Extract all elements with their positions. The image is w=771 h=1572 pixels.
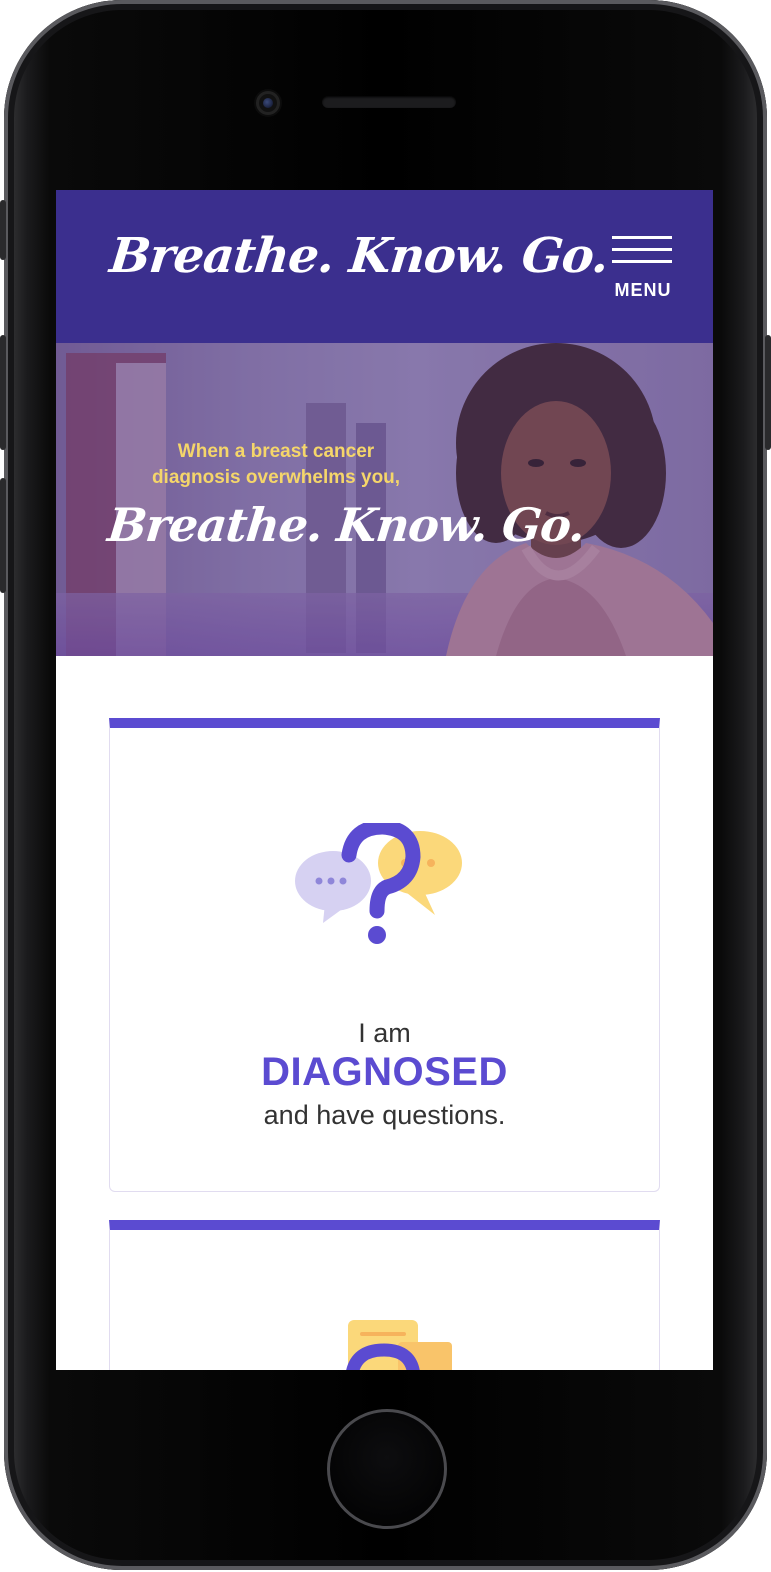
card-line-questions: and have questions. [263, 1100, 506, 1130]
hero-tagline-line1: When a breast cancer [177, 441, 375, 462]
diagnosed-card[interactable]: I am DIAGNOSED and have questions. [109, 718, 660, 1192]
phone-screen: Breathe. Know. Go. MENU When a breast ca… [56, 190, 713, 1370]
hamburger-icon [612, 236, 672, 239]
menu-button[interactable]: MENU [608, 234, 674, 306]
hero-tagline: When a breast cancer diagnosis overwhelm… [116, 439, 436, 491]
question-chat-icon [295, 823, 462, 944]
front-camera [256, 91, 280, 115]
hamburger-icon-line [612, 248, 672, 251]
power-button [765, 335, 771, 450]
home-button[interactable] [327, 1409, 447, 1529]
hero-tagline-line2: diagnosis overwhelms you, [151, 467, 401, 488]
document-question-icon [346, 1320, 452, 1370]
mute-switch [0, 200, 6, 260]
card-line-i-am: I am [358, 1018, 411, 1048]
volume-down-button [0, 478, 6, 593]
menu-label: MENU [614, 280, 672, 300]
second-card[interactable] [109, 1220, 660, 1370]
site-logo[interactable]: Breathe. Know. Go. [107, 228, 611, 284]
site-header: Breathe. Know. Go. MENU [56, 190, 713, 343]
earpiece-speaker [322, 96, 456, 108]
volume-up-button [0, 335, 6, 450]
hero-logo: Breathe. Know. Go. [105, 498, 588, 552]
card-line-diagnosed: DIAGNOSED [261, 1050, 508, 1094]
hero-banner: When a breast cancer diagnosis overwhelm… [56, 343, 713, 656]
hamburger-icon-line [612, 260, 672, 263]
